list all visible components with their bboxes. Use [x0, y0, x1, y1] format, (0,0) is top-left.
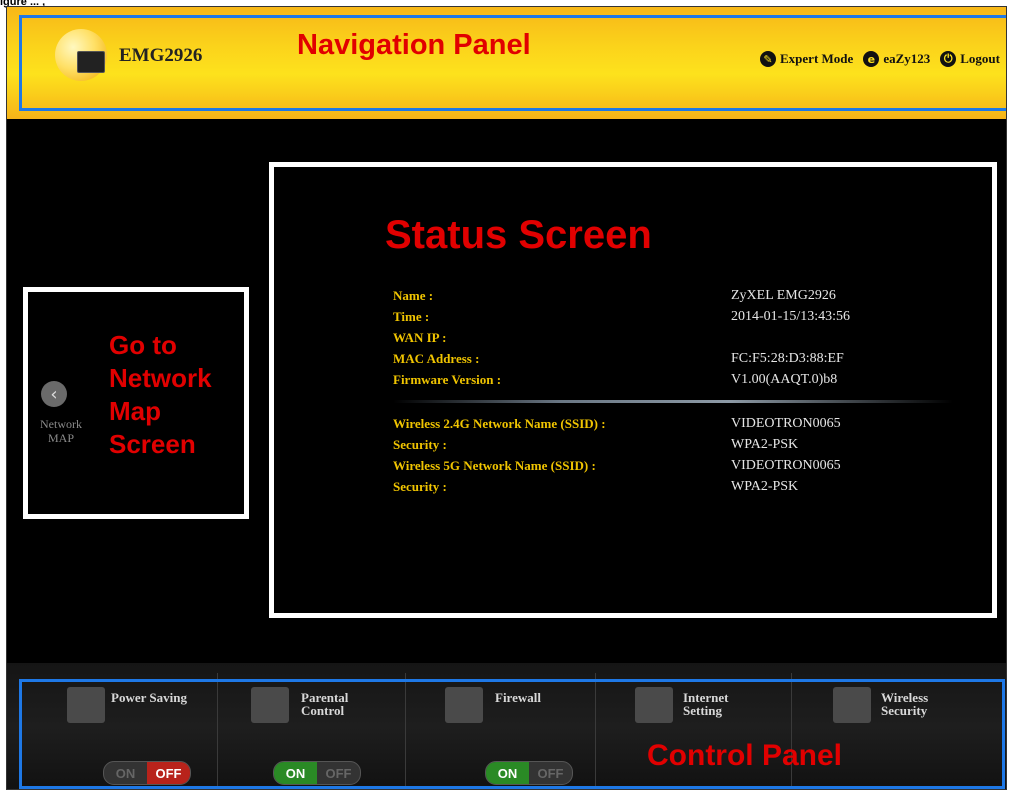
status-value: FC:F5:28:D3:88:EF	[731, 350, 844, 366]
status-label: Firmware Version :	[393, 371, 502, 387]
status-row: WAN IP :	[393, 327, 953, 348]
status-row: Security : WPA2-PSK	[393, 476, 953, 497]
network-map-label-1: Network	[40, 417, 82, 431]
status-value: VIDEOTRON0065	[731, 415, 841, 431]
status-row: Wireless 2.4G Network Name (SSID) : VIDEO…	[393, 413, 953, 434]
router-ui-frame: EMG2926 Navigation Panel ✎ Expert Mode e…	[6, 6, 1007, 790]
annotation-line-2: Network	[109, 363, 212, 393]
status-value: WPA2-PSK	[731, 436, 799, 452]
control-panel-annotation: Control Panel	[647, 739, 843, 772]
status-label: WAN IP :	[393, 329, 447, 345]
status-label: Wireless 2.4G Network Name (SSID) :	[393, 415, 606, 431]
network-map-annotation: Go to Network Map Screen	[109, 329, 212, 461]
status-label: Security :	[393, 436, 447, 452]
status-row: Time : 2014-01-15/13:43:56	[393, 306, 953, 327]
status-table: Name : ZyXEL EMG2926 Time : 2014-01-15/13:…	[393, 285, 953, 497]
status-row: Wireless 5G Network Name (SSID) : VIDEOTR…	[393, 455, 953, 476]
status-value: VIDEOTRON0065	[731, 457, 841, 473]
annotation-line-1: Go to	[109, 330, 177, 360]
status-screen-annotation: Status Screen	[385, 213, 652, 257]
annotation-line-4: Screen	[109, 429, 196, 459]
status-value: ZyXEL EMG2926	[731, 287, 836, 303]
chevron-left-icon[interactable]: ‹	[41, 381, 67, 407]
divider	[393, 400, 953, 403]
status-value: 2014-01-15/13:43:56	[731, 308, 850, 324]
status-value: WPA2-PSK	[731, 478, 799, 494]
status-label: Security :	[393, 478, 447, 494]
status-row: Name : ZyXEL EMG2926	[393, 285, 953, 306]
annotation-line-3: Map	[109, 396, 161, 426]
status-row: MAC Address : FC:F5:28:D3:88:EF	[393, 348, 953, 369]
control-panel-highlight	[19, 679, 1005, 789]
status-label: Time :	[393, 308, 430, 324]
network-map-label-2: MAP	[47, 431, 74, 445]
navigation-panel-highlight	[19, 15, 1006, 111]
status-row: Firmware Version : V1.00(AAQT.0)b8	[393, 369, 953, 390]
status-label: Wireless 5G Network Name (SSID) :	[393, 457, 596, 473]
status-value: V1.00(AAQT.0)b8	[731, 371, 838, 387]
status-label: Name :	[393, 287, 434, 303]
status-row: Security : WPA2-PSK	[393, 434, 953, 455]
network-map-link[interactable]: Network MAP	[37, 417, 85, 445]
status-label: MAC Address :	[393, 350, 480, 366]
